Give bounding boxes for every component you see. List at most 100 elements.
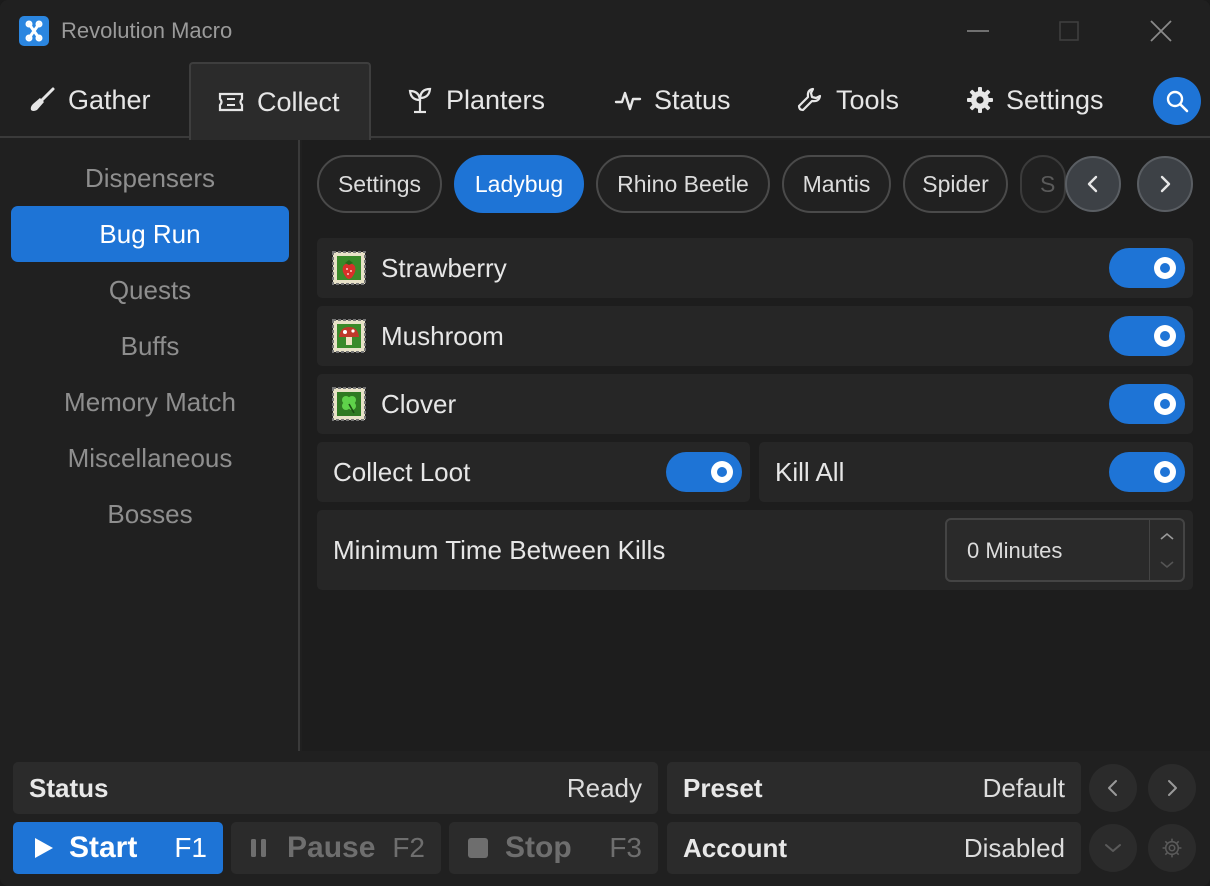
- collect-loot-toggle[interactable]: [666, 452, 742, 492]
- strawberry-toggle[interactable]: [1109, 248, 1185, 288]
- stop-hotkey: F3: [609, 832, 642, 863]
- minimize-icon: [967, 30, 989, 32]
- subtab-settings[interactable]: Settings: [317, 155, 442, 213]
- kill-all-label: Kill All: [775, 456, 845, 487]
- gear-icon: [1162, 838, 1182, 858]
- search-icon: [1166, 90, 1189, 113]
- sidebar-item-miscellaneous[interactable]: Miscellaneous: [11, 430, 289, 486]
- bottom-bar: Status Ready Preset Default Start F1 Pau…: [0, 751, 1210, 886]
- preset-value: Default: [982, 772, 1065, 803]
- subtab-rhino-beetle[interactable]: Rhino Beetle: [596, 155, 770, 213]
- minimize-button[interactable]: [955, 10, 1001, 52]
- toggle-knob: [1154, 461, 1176, 483]
- status-panel: Status Ready: [13, 762, 658, 814]
- strawberry-stamp-icon: [331, 250, 367, 286]
- spinner-arrows: [1149, 520, 1183, 580]
- min-time-label: Minimum Time Between Kills: [333, 534, 666, 565]
- subtab-label: Settings: [337, 170, 422, 197]
- close-button[interactable]: [1138, 10, 1184, 52]
- preset-panel[interactable]: Preset Default: [667, 762, 1081, 814]
- preset-prev-button[interactable]: [1089, 764, 1137, 812]
- content-panel: Settings Ladybug Rhino Beetle Mantis Spi…: [302, 140, 1210, 751]
- subtab-mantis[interactable]: Mantis: [782, 155, 891, 213]
- sprout-icon: [406, 86, 434, 114]
- pulse-icon: [614, 86, 642, 114]
- account-panel[interactable]: Account Disabled: [667, 822, 1081, 874]
- account-settings-button[interactable]: [1148, 824, 1196, 872]
- sidebar-item-quests[interactable]: Quests: [11, 262, 289, 318]
- status-label: Status: [29, 772, 109, 803]
- mushroom-toggle[interactable]: [1109, 316, 1185, 356]
- subtab-next-button[interactable]: [1137, 156, 1193, 212]
- subtab-spider[interactable]: Spider: [903, 155, 1008, 213]
- pause-hotkey: F2: [392, 832, 425, 863]
- sidebar-item-label: Miscellaneous: [67, 442, 233, 473]
- chevron-left-icon: [1087, 175, 1098, 193]
- tab-tools[interactable]: Tools: [770, 62, 925, 138]
- stop-button[interactable]: Stop F3: [449, 822, 658, 874]
- revolution-logo-icon: [19, 16, 49, 46]
- pause-label: Pause: [287, 831, 376, 864]
- shovel-icon: [28, 86, 56, 114]
- stop-icon: [468, 838, 488, 858]
- chevron-up-icon[interactable]: [1160, 532, 1174, 540]
- subtab-prev-button[interactable]: [1065, 156, 1121, 212]
- subtab-ladybug[interactable]: Ladybug: [454, 155, 584, 213]
- subtab-overflow[interactable]: S: [1020, 155, 1066, 213]
- toggle-knob: [711, 461, 733, 483]
- subtab-label: Ladybug: [474, 170, 564, 197]
- clover-toggle[interactable]: [1109, 384, 1185, 424]
- start-label: Start: [69, 831, 138, 864]
- tab-planters[interactable]: Planters: [380, 62, 571, 138]
- min-time-input[interactable]: 0 Minutes: [945, 518, 1185, 582]
- tab-label: Gather: [68, 84, 151, 115]
- tab-collect[interactable]: Collect: [189, 62, 371, 140]
- sidebar-item-buffs[interactable]: Buffs: [11, 318, 289, 374]
- field-row-strawberry: Strawberry: [317, 238, 1193, 298]
- clover-stamp-icon: [331, 386, 367, 422]
- tab-settings[interactable]: Settings: [940, 62, 1130, 138]
- sidebar-item-dispensers[interactable]: Dispensers: [11, 150, 289, 206]
- sidebar-item-label: Bug Run: [99, 218, 201, 249]
- play-icon: [35, 838, 53, 858]
- kill-all-row: Kill All: [759, 442, 1193, 502]
- tab-gather[interactable]: Gather: [2, 62, 177, 138]
- status-value: Ready: [566, 772, 642, 803]
- toggle-knob: [1154, 393, 1176, 415]
- search-button[interactable]: [1153, 77, 1201, 125]
- toggle-knob: [1154, 325, 1176, 347]
- preset-next-button[interactable]: [1148, 764, 1196, 812]
- sidebar-item-memory-match[interactable]: Memory Match: [11, 374, 289, 430]
- chevron-right-icon: [1168, 780, 1177, 796]
- field-row-mushroom: Mushroom: [317, 306, 1193, 366]
- chevron-down-icon: [1105, 844, 1121, 852]
- account-value: Disabled: [963, 832, 1065, 863]
- tab-status[interactable]: Status: [588, 62, 757, 138]
- close-icon: [1150, 20, 1172, 42]
- sidebar: Dispensers Bug Run Quests Buffs Memory M…: [0, 140, 300, 751]
- field-label: Strawberry: [381, 252, 507, 283]
- maximize-button[interactable]: [1046, 10, 1092, 52]
- sidebar-item-label: Buffs: [120, 330, 180, 361]
- gear-icon: [966, 86, 994, 114]
- preset-label: Preset: [683, 772, 763, 803]
- sidebar-item-label: Memory Match: [64, 386, 236, 417]
- account-dropdown-button[interactable]: [1089, 824, 1137, 872]
- chevron-down-icon[interactable]: [1160, 561, 1174, 569]
- pause-icon: [251, 839, 266, 857]
- maximize-icon: [1059, 21, 1079, 41]
- tab-label: Settings: [1006, 84, 1104, 115]
- window-title: Revolution Macro: [61, 18, 233, 43]
- chevron-right-icon: [1160, 175, 1171, 193]
- collect-loot-label: Collect Loot: [333, 456, 471, 487]
- sidebar-item-bosses[interactable]: Bosses: [11, 486, 289, 542]
- pause-button[interactable]: Pause F2: [231, 822, 441, 874]
- kill-all-toggle[interactable]: [1109, 452, 1185, 492]
- start-button[interactable]: Start F1: [13, 822, 223, 874]
- main-tab-bar: Gather Collect Planters Status Tools Set…: [0, 62, 1210, 140]
- toggle-knob: [1154, 257, 1176, 279]
- tab-label: Tools: [836, 84, 900, 115]
- sidebar-item-bug-run[interactable]: Bug Run: [11, 206, 289, 262]
- subtab-label: Spider: [922, 170, 989, 197]
- subtab-label: Rhino Beetle: [617, 170, 749, 197]
